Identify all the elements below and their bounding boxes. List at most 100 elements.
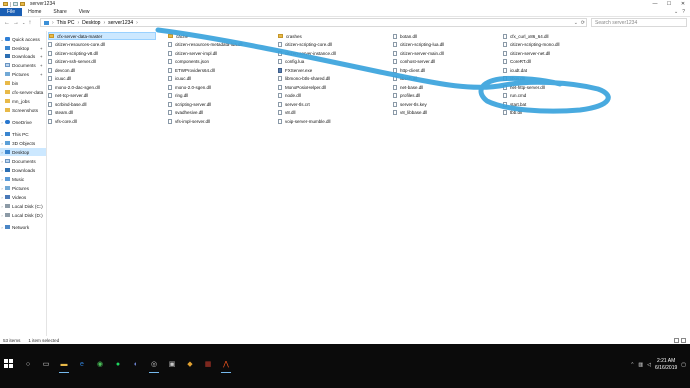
file-item[interactable]: citizen-server-impl.dll	[168, 49, 276, 57]
file-item[interactable]: citizen-resources-metadata-lua.dll	[168, 41, 276, 49]
nav-quick-bin[interactable]: bin	[0, 79, 46, 87]
forward-arrow-icon[interactable]: →	[13, 20, 19, 26]
file-item[interactable]: config.lua	[278, 58, 386, 66]
nav-pc-pictures[interactable]: › Pictures	[0, 184, 46, 192]
help-icon[interactable]: ?	[682, 9, 685, 15]
file-explorer-icon[interactable]: ▬	[58, 357, 70, 373]
close-button[interactable]: ✕	[676, 0, 690, 8]
nav-quick-mn-jobs[interactable]: mn_jobs	[0, 97, 46, 105]
discord-icon[interactable]: ◐	[130, 357, 142, 371]
file-item[interactable]: devcon.dll	[48, 66, 156, 74]
file-item[interactable]: botan.dll	[393, 32, 501, 40]
file-item[interactable]: net-http-server.dll	[503, 83, 611, 91]
file-item[interactable]: v8_libbase.dll	[393, 109, 501, 117]
nav-quick-access[interactable]: ⌄ Quick access	[0, 35, 46, 43]
file-item[interactable]: conhost-server.dll	[393, 58, 501, 66]
tab-home[interactable]: Home	[22, 8, 47, 16]
file-item[interactable]: scripting-server.dll	[168, 100, 276, 108]
back-arrow-icon[interactable]: ←	[4, 20, 10, 26]
chevron-right-icon[interactable]: ›	[0, 225, 4, 230]
properties-icon[interactable]	[13, 2, 18, 6]
file-item[interactable]: vfs-impl-server.dll	[168, 117, 276, 125]
address-bar[interactable]: › This PC › Desktop › server1234 › ⌄ ⟳	[40, 18, 587, 27]
file-item[interactable]: tbb.dll	[503, 109, 611, 117]
file-item[interactable]: MonoPosixHelper.dll	[278, 83, 386, 91]
file-item[interactable]: cfx-server-data-master	[48, 32, 156, 40]
file-item[interactable]: cache	[168, 32, 276, 40]
file-item[interactable]: profiles.dll	[393, 92, 501, 100]
nav-pc-videos[interactable]: › Videos	[0, 193, 46, 201]
file-item[interactable]: libmono-btls-shared.dll	[278, 75, 386, 83]
nav-quick-desktop[interactable]: Desktop ✦	[0, 44, 46, 52]
clock[interactable]: 2:21 AM 6/16/2019	[655, 358, 677, 372]
file-item[interactable]: server-tls.crt	[278, 100, 386, 108]
file-item[interactable]: libuv.dll	[503, 75, 611, 83]
file-item[interactable]: node.dll	[278, 92, 386, 100]
app-icon[interactable]: ◆	[184, 357, 196, 371]
nav-quick-pictures[interactable]: Pictures ✦	[0, 70, 46, 78]
terminal-icon[interactable]: ▣	[166, 357, 178, 371]
file-item[interactable]: v8.dll	[278, 109, 386, 117]
file-item[interactable]: citizen-scripting-v8.dll	[48, 49, 156, 57]
recent-locations-icon[interactable]: ⌄	[22, 20, 25, 25]
pane-divider[interactable]	[46, 31, 47, 336]
spotify-icon[interactable]: ●	[112, 357, 124, 371]
notifications-icon[interactable]: ▢	[681, 362, 686, 368]
up-arrow-icon[interactable]: ↑	[28, 20, 31, 26]
file-item[interactable]: ring.dll	[168, 92, 276, 100]
file-item[interactable]: ETWProviders64.dll	[168, 66, 276, 74]
file-item[interactable]: http-client.dll	[393, 66, 501, 74]
task-view-icon[interactable]: ▭	[40, 357, 52, 371]
maximize-button[interactable]: ☐	[662, 0, 676, 8]
file-item[interactable]: citizen-server-main.dll	[393, 49, 501, 57]
file-item[interactable]: components.json	[168, 58, 276, 66]
details-view-icon[interactable]	[674, 337, 679, 343]
file-item[interactable]: libssh.dll	[393, 75, 501, 83]
file-item[interactable]: FXServer.exe	[278, 66, 386, 74]
new-folder-icon[interactable]	[20, 2, 25, 6]
nav-quick-documents[interactable]: Documents ✦	[0, 61, 46, 69]
chrome-icon[interactable]: ◉	[94, 357, 106, 371]
file-item[interactable]: CoreRT.dll	[503, 58, 611, 66]
windows-start-icon[interactable]	[4, 359, 14, 369]
show-hidden-icons-icon[interactable]: ⌃	[630, 362, 634, 368]
search-input[interactable]: Search server1234	[591, 18, 687, 27]
file-item[interactable]: citizen-scripting-mono.dll	[503, 41, 611, 49]
refresh-icon[interactable]: ⟳	[581, 20, 585, 26]
file-item[interactable]: icuuc.dll	[48, 75, 156, 83]
network-tray-icon[interactable]: ▥	[638, 362, 643, 368]
breadcrumb-desktop[interactable]: Desktop	[82, 20, 100, 26]
file-item[interactable]: citizen-scripting-core.dll	[278, 41, 386, 49]
nav-pc-music[interactable]: › Music	[0, 175, 46, 183]
nav-pc-desktop[interactable]: › Desktop	[0, 148, 46, 156]
nav-this-pc[interactable]: ⌄ This PC	[0, 130, 46, 138]
file-item[interactable]: citizen-resources-core.dll	[48, 41, 156, 49]
nav-pc-documents[interactable]: › Documents	[0, 157, 46, 165]
tab-view[interactable]: View	[73, 8, 96, 16]
edge-icon[interactable]: e	[76, 357, 88, 371]
nav-pc-local-disk-c[interactable]: › Local Disk (C:)	[0, 202, 46, 210]
search-icon[interactable]: ○	[22, 357, 34, 371]
breadcrumb-server1234[interactable]: server1234	[108, 20, 133, 26]
file-item[interactable]: mono-2.0-dac-sgen.dll	[48, 83, 156, 91]
chevron-right-icon[interactable]: ›	[0, 120, 4, 125]
tab-share[interactable]: Share	[47, 8, 72, 16]
nav-pc-downloads[interactable]: › Downloads	[0, 166, 46, 174]
file-item[interactable]: cfx_curl_x86_64.dll	[503, 32, 611, 40]
breadcrumb-this-pc[interactable]: This PC	[57, 20, 75, 26]
chevron-down-icon[interactable]: ⌄	[0, 132, 4, 137]
file-item[interactable]: citizen-server-instance.dll	[278, 49, 386, 57]
volume-icon[interactable]: ◁	[647, 362, 651, 368]
file-item[interactable]: citizen-ssh-server.dll	[48, 58, 156, 66]
nav-quick-downloads[interactable]: Downloads ✦	[0, 52, 46, 60]
nav-pc-local-disk-d[interactable]: › Local Disk (D:)	[0, 211, 46, 219]
tab-file[interactable]: File	[0, 8, 23, 16]
nav-pc-3d-objects[interactable]: › 3D Objects	[0, 139, 46, 147]
nav-network[interactable]: › Network	[0, 223, 46, 231]
large-icons-view-icon[interactable]	[681, 337, 686, 343]
file-item[interactable]: mono-2.0-sgen.dll	[168, 83, 276, 91]
nav-quick-cfx-server-data[interactable]: cfx-server-data	[0, 88, 46, 96]
file-item[interactable]: net-tcp-server.dll	[48, 92, 156, 100]
chevron-down-icon[interactable]: ⌄	[0, 37, 4, 42]
file-item[interactable]: run.cmd	[503, 92, 611, 100]
